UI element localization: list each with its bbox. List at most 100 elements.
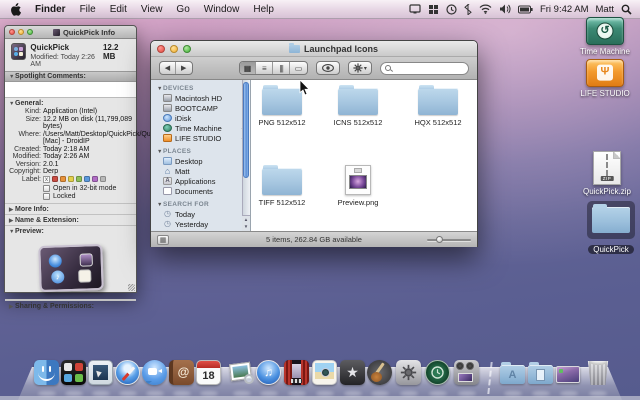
label-purple-swatch[interactable] <box>92 176 98 183</box>
action-menu-button[interactable]: ▾ <box>347 61 372 75</box>
back-button[interactable]: ◀ <box>160 62 176 74</box>
dock-preview[interactable] <box>229 360 255 396</box>
menu-edit[interactable]: Edit <box>103 4 134 15</box>
dock-ichat[interactable] <box>142 360 168 396</box>
info-titlebar[interactable]: QuickPick Info <box>5 26 136 39</box>
bluetooth-menu-icon[interactable] <box>464 3 472 15</box>
finder-statusbar: ▦ 5 items, 262.84 GB available <box>151 231 477 247</box>
label-orange-swatch[interactable] <box>60 176 66 183</box>
desktop-icon-life-studio[interactable]: Ψ LIFE STUDIO <box>576 59 634 98</box>
dock-iphoto[interactable] <box>312 360 338 396</box>
dock-time-machine[interactable] <box>425 360 451 396</box>
mail-icon <box>88 360 113 385</box>
section-sharing-permissions[interactable]: ▶ Sharing & Permissions: <box>5 300 136 311</box>
info-minimize-button[interactable] <box>18 29 24 35</box>
section-preview[interactable]: ▼Preview: <box>5 225 136 236</box>
section-more-info[interactable]: ▶ More Info: <box>5 203 136 214</box>
dock-address-book[interactable]: @ <box>169 360 195 396</box>
quick-look-button[interactable] <box>315 61 340 75</box>
label-yellow-swatch[interactable] <box>68 176 74 183</box>
garageband-icon <box>367 360 392 385</box>
dock-safari[interactable] <box>115 360 141 396</box>
dock-minimized-window[interactable] <box>556 360 582 396</box>
movie-projector-icon <box>454 360 479 385</box>
volume-menu-icon[interactable] <box>499 4 511 14</box>
slider-knob[interactable] <box>436 235 443 243</box>
wifi-menu-icon[interactable] <box>479 4 492 14</box>
folder-hqx-512[interactable]: HQX 512x512 <box>403 85 473 127</box>
checkbox-locked[interactable] <box>43 193 50 200</box>
menubar-clock[interactable]: Fri 9:42 AM <box>540 4 589 15</box>
dock-applications-folder[interactable]: A <box>500 360 526 396</box>
menu-finder[interactable]: Finder <box>28 4 73 15</box>
info-close-button[interactable] <box>9 29 15 35</box>
sidebar-item-documents[interactable]: Documents <box>151 186 250 196</box>
dock-finder[interactable] <box>34 360 60 396</box>
dock-quicktime-projector[interactable] <box>454 360 480 396</box>
info-zoom-button[interactable] <box>27 29 33 35</box>
folder-tiff-512[interactable]: TIFF 512x512 <box>247 165 317 207</box>
label-red-swatch[interactable] <box>52 176 58 183</box>
dock-imovie[interactable]: ★ <box>340 360 366 396</box>
sidebar-item-desktop[interactable]: Desktop <box>151 156 250 166</box>
dock-documents-folder[interactable] <box>528 360 554 396</box>
icon-size-slider[interactable] <box>427 235 471 245</box>
menu-file[interactable]: File <box>73 4 103 15</box>
coverflow-view-button[interactable]: ▭ <box>290 62 307 74</box>
sidebar-scroll-arrows[interactable]: ▲ ▼ <box>242 215 250 231</box>
section-spotlight-comments[interactable]: ▼Spotlight Comments: <box>5 71 136 82</box>
menu-help[interactable]: Help <box>246 4 281 15</box>
displays-menu-icon[interactable] <box>409 4 421 14</box>
file-preview-png[interactable]: Preview.png <box>323 165 393 207</box>
sidebar-item-time-machine[interactable]: Time Machine▲ <box>151 123 250 133</box>
battery-menu-icon[interactable] <box>517 5 533 14</box>
dock-idvd[interactable] <box>284 360 310 396</box>
desktop-icon-time-machine[interactable]: ↺ Time Machine <box>576 17 634 56</box>
time-machine-menu-icon[interactable] <box>446 3 457 15</box>
menubar-user[interactable]: Matt <box>596 4 614 15</box>
label-none-button[interactable]: x <box>43 175 50 183</box>
section-general[interactable]: ▼General: <box>5 98 136 108</box>
dock-itunes[interactable]: ♫ <box>256 360 282 396</box>
sidebar-item-today[interactable]: ◷ Today <box>151 209 250 219</box>
section-name-extension[interactable]: ▶ Name & Extension: <box>5 214 136 225</box>
finder-close-button[interactable] <box>157 44 165 53</box>
checkbox-32bit[interactable] <box>43 184 50 192</box>
folder-icns-512[interactable]: ICNS 512x512 <box>323 85 393 127</box>
menu-view[interactable]: View <box>134 4 170 15</box>
sidebar-item-home[interactable]: ⌂ Matt <box>151 166 250 176</box>
label-gray-swatch[interactable] <box>100 176 106 183</box>
sidebar-item-bootcamp[interactable]: BOOTCAMP <box>151 103 250 113</box>
dock-garageband[interactable] <box>367 360 393 396</box>
spotlight-icon[interactable] <box>621 4 632 15</box>
sidebar-item-yesterday[interactable]: ◷ Yesterday <box>151 219 250 229</box>
dock-system-preferences[interactable] <box>396 360 422 396</box>
desktop-icon-quickpick-zip[interactable]: ZIP QuickPick.zip <box>578 151 636 196</box>
spaces-menu-icon[interactable] <box>428 4 439 15</box>
dock-mail[interactable] <box>88 360 114 396</box>
sidebar-item-life-studio[interactable]: LIFE STUDIO▲ <box>151 133 250 143</box>
label-blue-swatch[interactable] <box>84 176 90 183</box>
dock-trash[interactable] <box>585 360 611 396</box>
info-resize-grip[interactable] <box>128 284 135 291</box>
finder-zoom-button[interactable] <box>183 44 191 53</box>
label-green-swatch[interactable] <box>76 176 82 183</box>
dock-dashboard[interactable] <box>61 360 87 396</box>
list-view-button[interactable]: ≡ <box>256 62 274 74</box>
sidebar-item-applications[interactable]: A Applications <box>151 176 250 186</box>
icon-view-button[interactable]: ▦ <box>239 62 257 74</box>
column-view-button[interactable]: ||| <box>273 62 291 74</box>
menu-window[interactable]: Window <box>197 4 247 15</box>
finder-titlebar[interactable]: Launchpad Icons <box>151 41 477 57</box>
apple-menu-icon[interactable] <box>8 2 22 16</box>
finder-minimize-button[interactable] <box>170 44 178 53</box>
sidebar-item-idisk[interactable]: iDisk <box>151 113 250 123</box>
dock-ical[interactable]: 18 <box>196 360 222 396</box>
info-window-title: QuickPick Info <box>36 28 132 37</box>
desktop-icon-quickpick-folder[interactable]: QuickPick <box>582 201 640 257</box>
sidebar-item-macintosh-hd[interactable]: Macintosh HD <box>151 93 250 103</box>
spotlight-comments-box[interactable] <box>5 82 136 98</box>
search-input[interactable] <box>379 61 469 75</box>
menu-go[interactable]: Go <box>169 4 196 15</box>
forward-button[interactable]: ▶ <box>176 62 192 74</box>
